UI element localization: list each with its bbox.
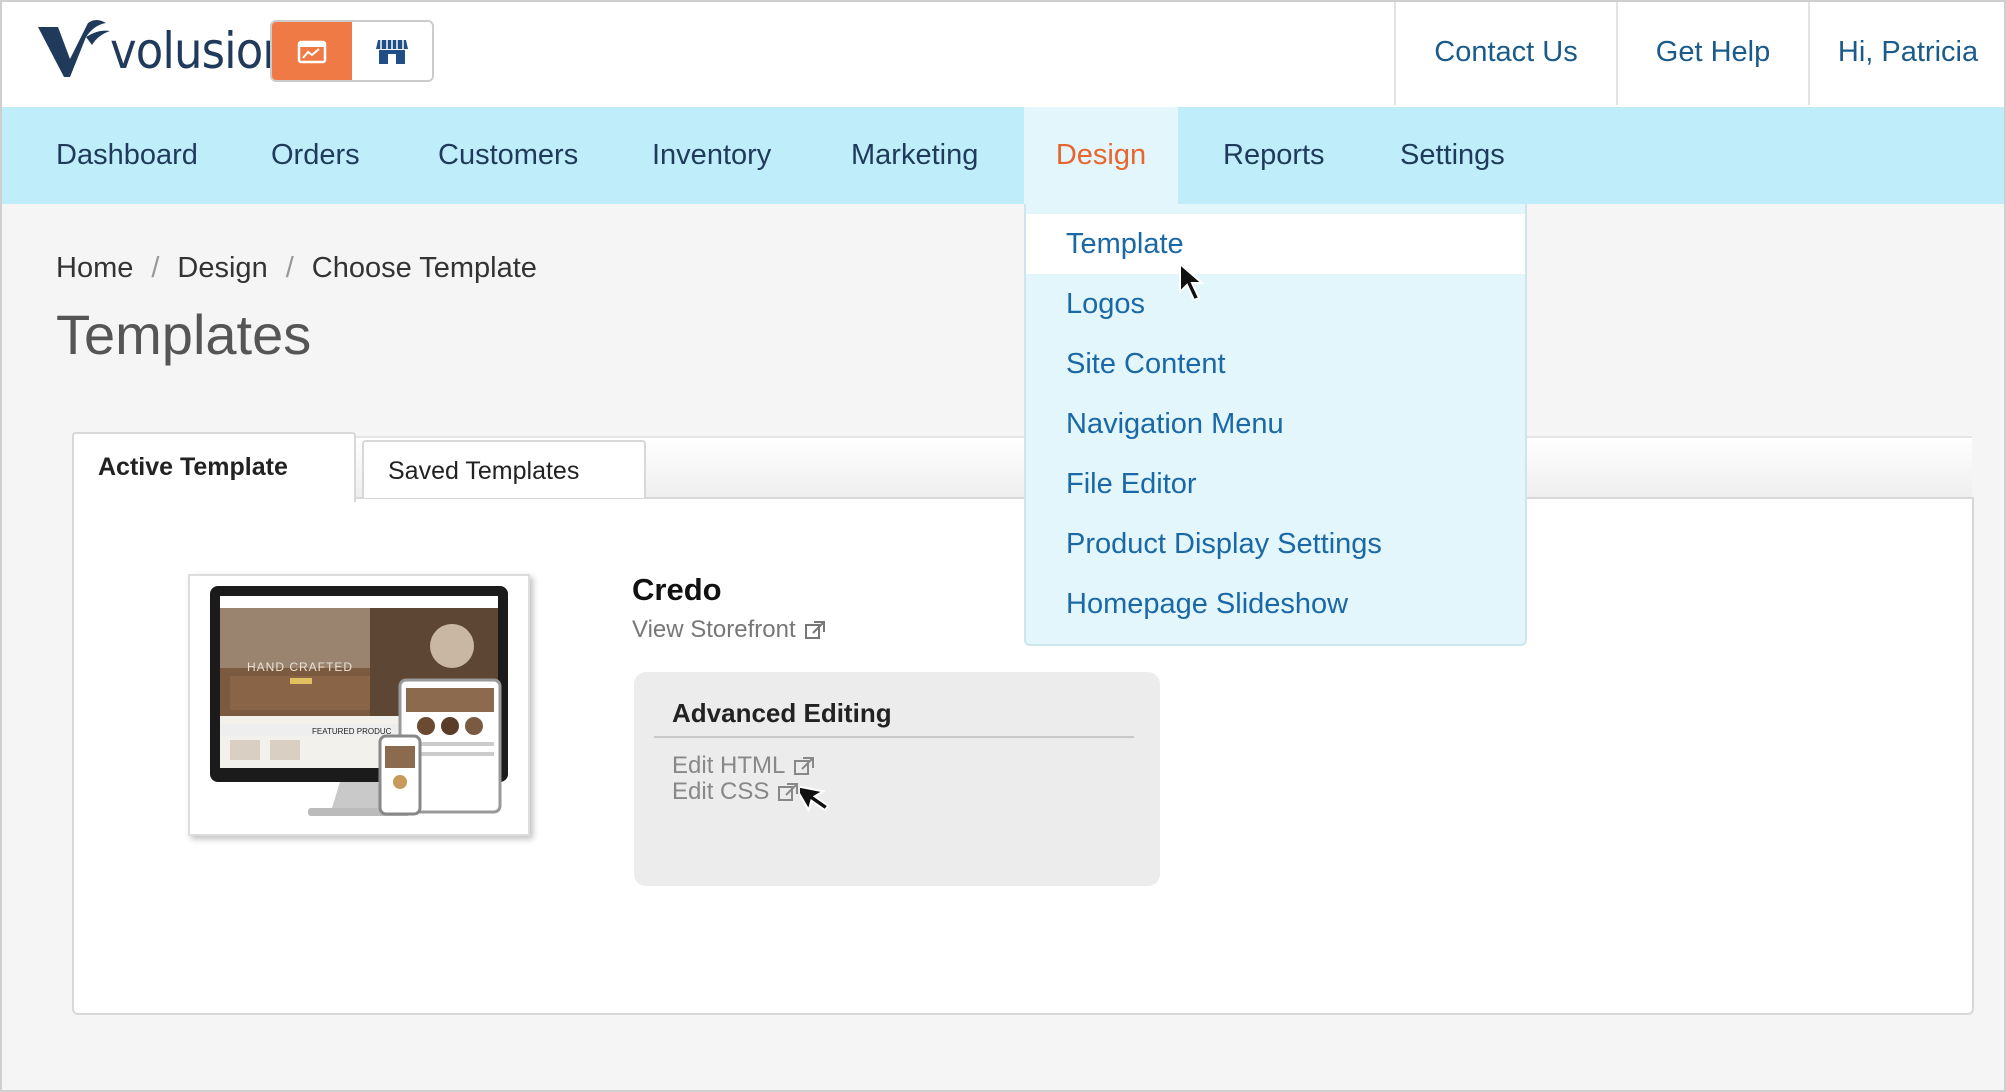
user-menu[interactable]: Hi, Patricia — [1808, 0, 2006, 105]
mouse-cursor-icon — [800, 784, 830, 813]
breadcrumb-separator: / — [151, 252, 160, 284]
external-link-icon — [804, 621, 825, 639]
external-link-icon — [778, 783, 799, 801]
design-dropdown-menu: Template Logos Site Content Navigation M… — [1024, 204, 1527, 646]
divider — [654, 736, 1134, 738]
mouse-cursor-icon — [1179, 262, 1205, 302]
advanced-editing-title: Advanced Editing — [672, 698, 892, 728]
nav-customers[interactable]: Customers — [438, 107, 578, 204]
external-link-icon — [794, 757, 815, 775]
menu-item-homepage-slideshow[interactable]: Homepage Slideshow — [1026, 574, 1525, 634]
volusion-v-icon — [38, 20, 110, 77]
nav-reports[interactable]: Reports — [1223, 107, 1325, 204]
admin-mode-button[interactable] — [272, 22, 352, 80]
nav-orders[interactable]: Orders — [271, 107, 360, 204]
tab-saved-templates[interactable]: Saved Templates — [362, 440, 646, 498]
advanced-editing-box: Advanced Editing Edit HTML Edit CSS — [634, 672, 1160, 886]
page-title: Templates — [56, 303, 312, 366]
nav-marketing[interactable]: Marketing — [851, 107, 978, 204]
template-name: Credo — [632, 572, 722, 607]
contact-us-link[interactable]: Contact Us — [1394, 0, 1616, 105]
preview-hero-text: HAND CRAFTED — [247, 660, 353, 674]
top-header: volusion® Contact Us Get Help Hi, Patric… — [0, 0, 2006, 107]
breadcrumb-home[interactable]: Home — [56, 252, 133, 285]
logo-wordmark: volusion — [110, 22, 291, 80]
preview-featured-text: FEATURED PRODUC — [312, 727, 392, 736]
view-storefront-link[interactable]: View Storefront — [632, 616, 826, 644]
nav-settings[interactable]: Settings — [1400, 107, 1505, 204]
admin-dashboard-icon — [297, 40, 327, 64]
nav-inventory[interactable]: Inventory — [652, 107, 771, 204]
menu-item-product-display-settings[interactable]: Product Display Settings — [1026, 514, 1525, 574]
edit-css-link[interactable]: Edit CSS — [672, 778, 799, 806]
template-preview-image: HAND CRAFTED FEATURED PRODUC — [210, 586, 508, 816]
get-help-link[interactable]: Get Help — [1616, 0, 1808, 105]
breadcrumb-design[interactable]: Design — [177, 252, 267, 285]
edit-html-link[interactable]: Edit HTML — [672, 752, 815, 780]
nav-design[interactable]: Design — [1024, 107, 1178, 204]
menu-item-navigation-menu[interactable]: Navigation Menu — [1026, 394, 1525, 454]
breadcrumb-separator: / — [285, 252, 294, 284]
view-storefront-label: View Storefront — [632, 616, 796, 643]
menu-item-logos[interactable]: Logos — [1026, 274, 1525, 334]
template-thumbnail[interactable]: HAND CRAFTED FEATURED PRODUC — [188, 574, 530, 836]
main-nav: Dashboard Orders Customers Inventory Mar… — [0, 107, 2006, 204]
menu-item-site-content[interactable]: Site Content — [1026, 334, 1525, 394]
edit-css-label: Edit CSS — [672, 778, 770, 805]
mode-switch[interactable] — [270, 20, 434, 82]
tab-active-template[interactable]: Active Template — [72, 432, 356, 502]
storefront-icon — [376, 40, 408, 64]
tab-strip — [74, 436, 1972, 498]
breadcrumb: Home / Design / Choose Template — [56, 252, 537, 285]
store-mode-button[interactable] — [352, 22, 432, 80]
edit-html-label: Edit HTML — [672, 752, 786, 779]
breadcrumb-current: Choose Template — [311, 252, 537, 284]
menu-item-template[interactable]: Template — [1026, 214, 1525, 274]
nav-dashboard[interactable]: Dashboard — [56, 107, 198, 204]
menu-item-file-editor[interactable]: File Editor — [1026, 454, 1525, 514]
